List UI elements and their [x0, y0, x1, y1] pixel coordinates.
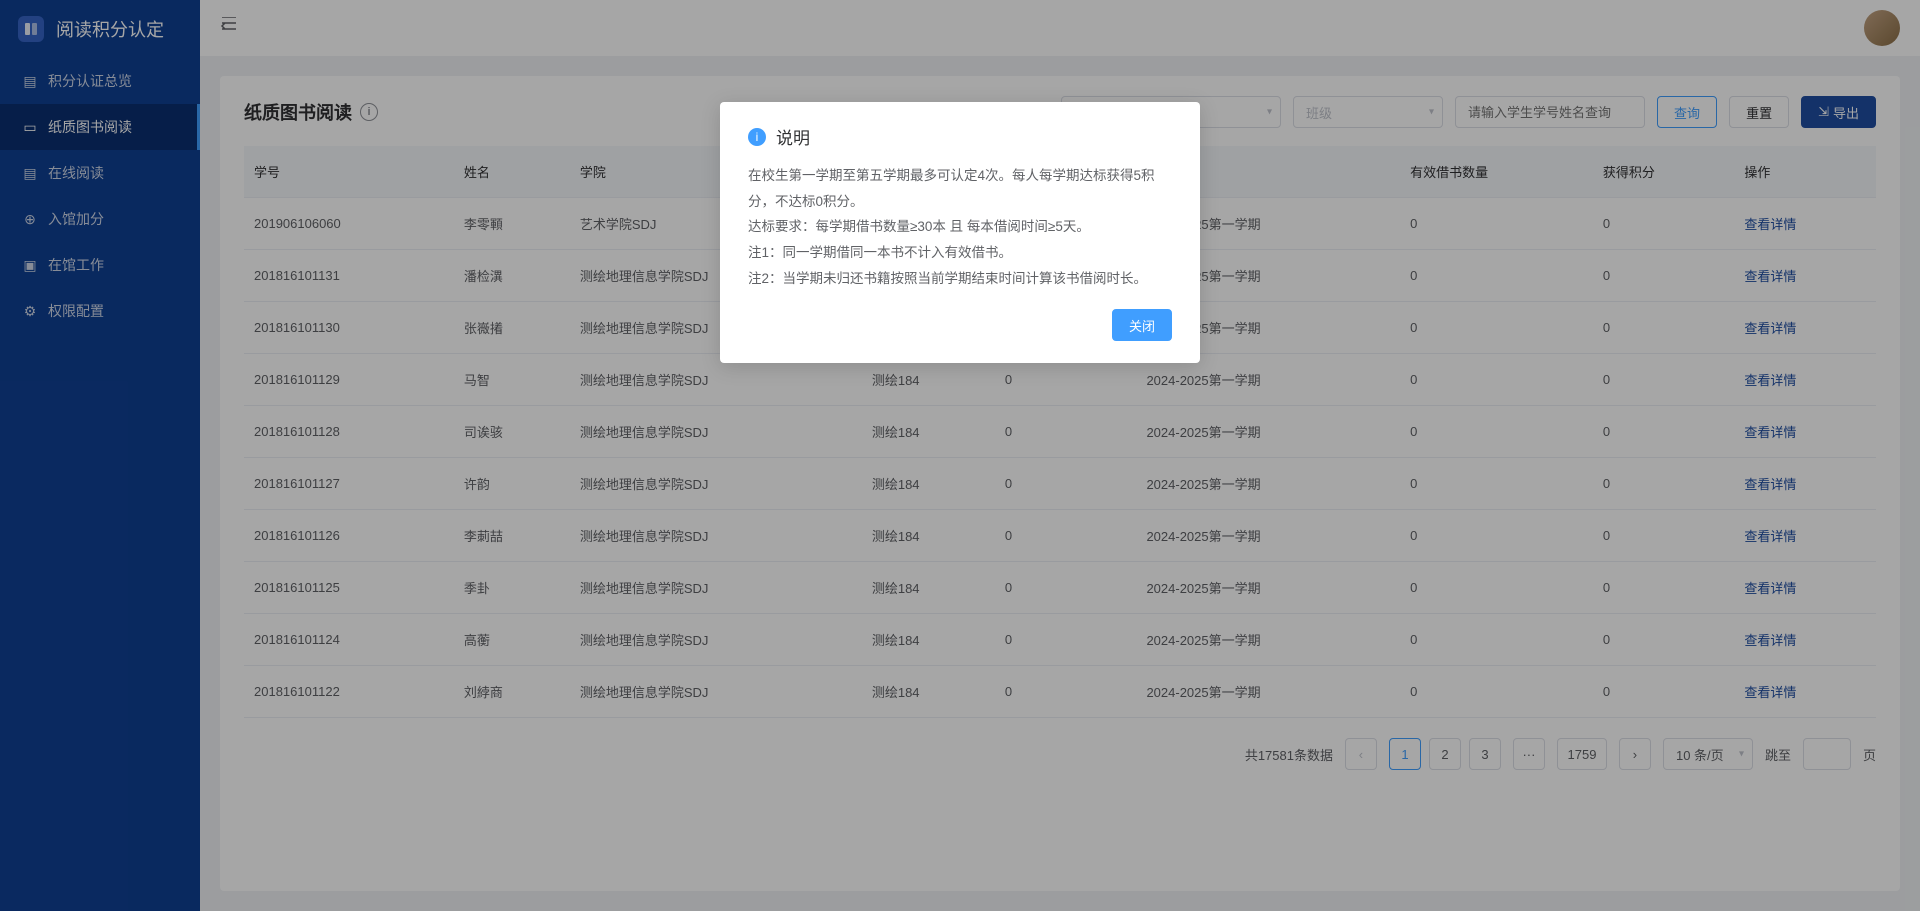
- modal-body: 在校生第一学期至第五学期最多可认定4次。每人每学期达标获得5积分，不达标0积分。…: [748, 163, 1172, 291]
- modal-info-icon: i: [748, 128, 766, 146]
- modal-text-line: 达标要求：每学期借书数量≥30本 且 每本借阅时间≥5天。: [748, 214, 1172, 240]
- modal-footer: 关闭: [748, 309, 1172, 341]
- modal-title-text: 说明: [776, 124, 810, 149]
- modal-text-line: 注1：同一学期借同一本书不计入有效借书。: [748, 240, 1172, 266]
- info-modal: i 说明 在校生第一学期至第五学期最多可认定4次。每人每学期达标获得5积分，不达…: [720, 102, 1200, 363]
- modal-overlay[interactable]: i 说明 在校生第一学期至第五学期最多可认定4次。每人每学期达标获得5积分，不达…: [0, 0, 1920, 911]
- modal-text-line: 注2：当学期未归还书籍按照当前学期结束时间计算该书借阅时长。: [748, 266, 1172, 292]
- close-button[interactable]: 关闭: [1112, 309, 1172, 341]
- modal-title: i 说明: [748, 124, 1172, 149]
- modal-text-line: 在校生第一学期至第五学期最多可认定4次。每人每学期达标获得5积分，不达标0积分。: [748, 163, 1172, 214]
